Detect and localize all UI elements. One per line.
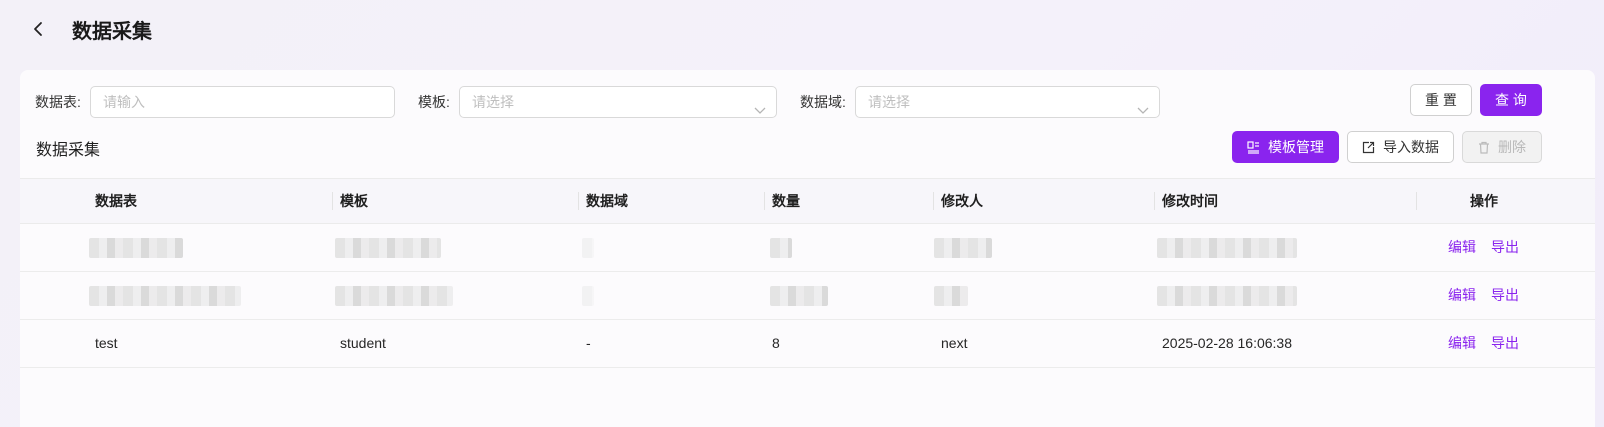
- cell-count: 8: [772, 335, 780, 351]
- reset-button[interactable]: 重 置: [1410, 84, 1472, 116]
- template-select-placeholder: 请选择: [472, 94, 514, 110]
- col-header-actions: 操作: [1470, 193, 1498, 209]
- cell-modified-time: 2025-02-28 16:06:38: [1162, 335, 1292, 351]
- page-title: 数据采集: [72, 20, 152, 43]
- template-select[interactable]: 请选择: [459, 86, 777, 118]
- col-header-modifier: 修改人: [941, 193, 983, 209]
- redacted-cell: [89, 286, 241, 306]
- export-link[interactable]: 导出: [1491, 320, 1519, 367]
- redacted-cell: [770, 238, 792, 258]
- redacted-cell: [89, 238, 183, 258]
- cell-template: student: [340, 335, 386, 351]
- col-header-table: 数据表: [95, 193, 137, 209]
- col-separator: [1154, 192, 1155, 210]
- col-header-domain: 数据域: [586, 193, 628, 209]
- col-separator: [1416, 192, 1417, 210]
- back-arrow-icon[interactable]: [28, 19, 48, 39]
- chevron-down-icon: [754, 96, 766, 126]
- query-button[interactable]: 查 询: [1480, 84, 1542, 116]
- domain-select[interactable]: 请选择: [855, 86, 1160, 118]
- section-title: 数据采集: [36, 142, 101, 159]
- redacted-cell: [1157, 286, 1297, 306]
- redacted-cell: [770, 286, 828, 306]
- delete-button[interactable]: 删除: [1462, 131, 1542, 163]
- filter-row: 数据表: 请输入 模板: 请选择 数据域: 请选择 重 置 查 询: [20, 84, 1595, 118]
- redacted-cell: [582, 238, 594, 258]
- table-header: 数据表 模板 数据域 数量 修改人 修改时间 操作: [20, 178, 1595, 224]
- content-card: 数据表: 请输入 模板: 请选择 数据域: 请选择 重 置 查 询 数据采集 模…: [20, 70, 1595, 427]
- col-separator: [933, 192, 934, 210]
- redacted-cell: [335, 286, 453, 306]
- template-manage-label: 模板管理: [1268, 139, 1324, 155]
- col-separator: [578, 192, 579, 210]
- data-table: 数据表 模板 数据域 数量 修改人 修改时间 操作 编辑 导出 编辑 导出 te…: [20, 178, 1595, 368]
- import-data-button[interactable]: 导入数据: [1347, 131, 1454, 163]
- edit-link[interactable]: 编辑: [1448, 272, 1476, 319]
- edit-link[interactable]: 编辑: [1448, 224, 1476, 271]
- export-link[interactable]: 导出: [1491, 224, 1519, 271]
- page-header: 数据采集: [28, 14, 152, 44]
- table-row: 编辑 导出: [20, 224, 1595, 272]
- redacted-cell: [934, 286, 968, 306]
- cell-domain: -: [586, 335, 591, 351]
- template-filter-label: 模板:: [418, 94, 450, 110]
- delete-label: 删除: [1498, 139, 1526, 155]
- table-filter-input[interactable]: 请输入: [90, 86, 395, 118]
- table-row: test student - 8 next 2025-02-28 16:06:3…: [20, 320, 1595, 368]
- col-header-count: 数量: [772, 193, 800, 209]
- table-filter-label: 数据表:: [35, 94, 81, 110]
- template-icon: [1247, 140, 1259, 154]
- col-header-template: 模板: [340, 193, 368, 209]
- cell-modifier: next: [941, 335, 968, 351]
- chevron-down-icon: [1137, 96, 1149, 126]
- col-header-modified-time: 修改时间: [1162, 193, 1218, 209]
- trash-icon: [1479, 141, 1489, 154]
- edit-link[interactable]: 编辑: [1448, 320, 1476, 367]
- redacted-cell: [335, 238, 441, 258]
- domain-select-placeholder: 请选择: [868, 94, 910, 110]
- cell-table-name: test: [95, 335, 118, 351]
- table-filter-placeholder: 请输入: [103, 94, 145, 110]
- domain-filter-label: 数据域:: [800, 94, 846, 110]
- redacted-cell: [582, 286, 594, 306]
- col-separator: [764, 192, 765, 210]
- redacted-cell: [934, 238, 992, 258]
- table-row: 编辑 导出: [20, 272, 1595, 320]
- import-icon: [1362, 141, 1375, 153]
- redacted-cell: [1157, 238, 1297, 258]
- export-link[interactable]: 导出: [1491, 272, 1519, 319]
- import-data-label: 导入数据: [1383, 139, 1439, 155]
- col-separator: [332, 192, 333, 210]
- template-manage-button[interactable]: 模板管理: [1232, 131, 1339, 163]
